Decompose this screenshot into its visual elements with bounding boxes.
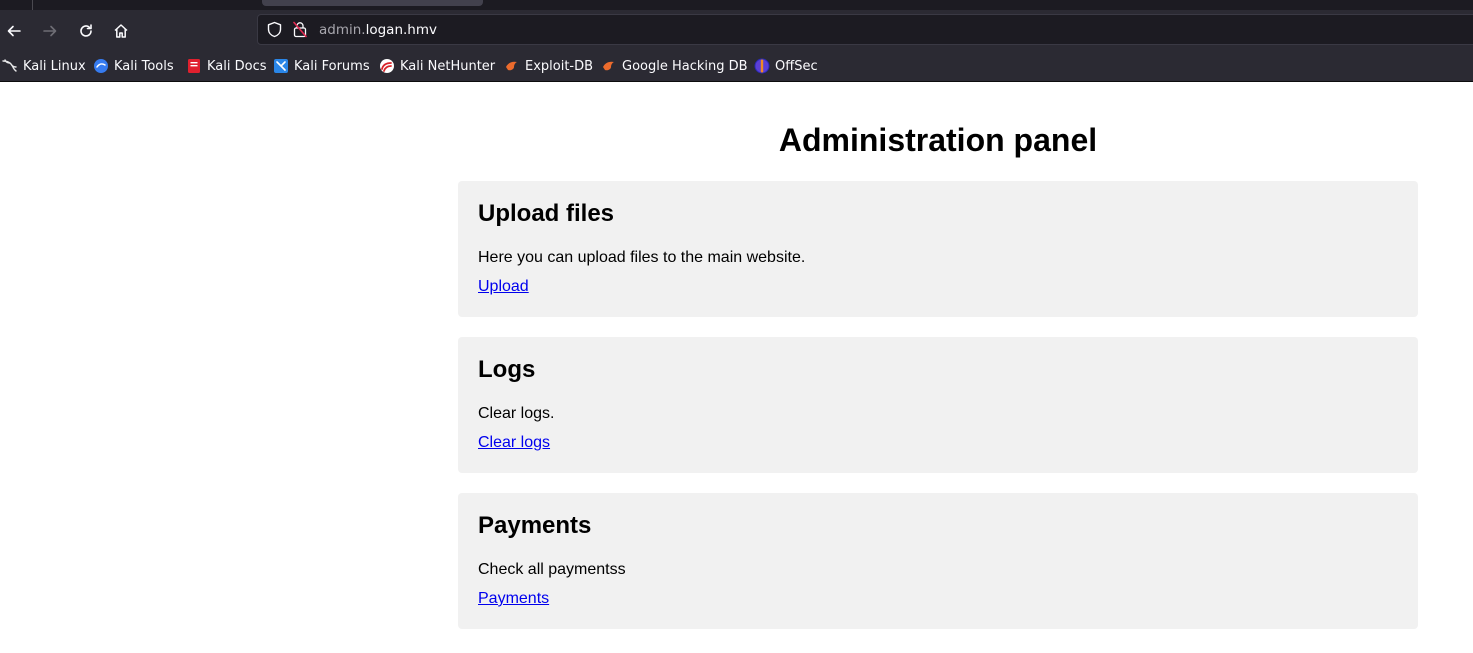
bookmark-label: Kali Tools bbox=[114, 58, 174, 74]
bookmark-label: Google Hacking DB bbox=[622, 58, 748, 74]
bookmark-google-hacking-db[interactable]: Google Hacking DB bbox=[601, 57, 748, 75]
section-heading: Logs bbox=[478, 356, 536, 383]
bookmark-label: Kali Forums bbox=[294, 58, 370, 74]
bookmark-kali-nethunter[interactable]: Kali NetHunter bbox=[379, 57, 495, 75]
browser-chrome: admin.logan.hmv Kali Linux Kali Tools Ka… bbox=[0, 0, 1473, 82]
url-domain: logan.hmv bbox=[365, 22, 437, 38]
url-text[interactable]: admin.logan.hmv bbox=[319, 22, 437, 38]
section-heading: Payments bbox=[478, 512, 592, 539]
bookmark-kali-docs[interactable]: Kali Docs bbox=[186, 57, 267, 75]
back-button[interactable] bbox=[2, 19, 26, 43]
bookmark-label: Exploit-DB bbox=[525, 58, 594, 74]
bookmark-kali-tools[interactable]: Kali Tools bbox=[93, 57, 174, 75]
home-icon bbox=[114, 24, 128, 38]
address-bar[interactable]: admin.logan.hmv bbox=[257, 14, 1473, 45]
exploit-db-icon bbox=[506, 61, 517, 71]
forward-arrow-icon bbox=[43, 25, 57, 37]
section-logs: Logs Clear logs. Clear logs bbox=[458, 337, 1418, 473]
bookmark-label: Kali Docs bbox=[207, 58, 267, 74]
active-tab[interactable] bbox=[262, 0, 483, 6]
payments-link[interactable]: Payments bbox=[478, 590, 549, 608]
back-arrow-icon bbox=[7, 25, 21, 37]
section-upload-files: Upload files Here you can upload files t… bbox=[458, 181, 1418, 317]
reload-icon bbox=[80, 24, 92, 37]
section-description: Here you can upload files to the main we… bbox=[478, 249, 806, 266]
bookmark-label: OffSec bbox=[775, 58, 818, 74]
forward-button[interactable] bbox=[38, 19, 62, 43]
offsec-icon bbox=[754, 58, 770, 74]
bookmark-label: Kali Linux bbox=[23, 58, 86, 74]
bookmark-kali-linux[interactable]: Kali Linux bbox=[2, 57, 86, 75]
kali-docs-icon bbox=[188, 59, 200, 73]
page-content: Administration panel Upload files Here y… bbox=[0, 82, 1473, 653]
section-description: Clear logs. bbox=[478, 405, 555, 422]
reload-button[interactable] bbox=[74, 19, 98, 43]
shield-icon[interactable] bbox=[266, 21, 283, 38]
bookmark-kali-forums[interactable]: Kali Forums bbox=[273, 57, 370, 75]
nethunter-icon bbox=[380, 59, 394, 73]
kali-forums-icon bbox=[274, 59, 288, 73]
ghdb-icon bbox=[603, 61, 614, 71]
section-payments: Payments Check all paymentss Payments bbox=[458, 493, 1418, 629]
bookmark-offsec[interactable]: OffSec bbox=[754, 57, 818, 75]
bookmark-exploit-db[interactable]: Exploit-DB bbox=[504, 57, 593, 75]
section-description: Check all paymentss bbox=[478, 561, 626, 578]
insecure-lock-icon[interactable] bbox=[293, 21, 307, 38]
clear-logs-link[interactable]: Clear logs bbox=[478, 434, 550, 452]
url-subdomain: admin. bbox=[319, 22, 366, 38]
tab-strip bbox=[0, 0, 1473, 10]
upload-link[interactable]: Upload bbox=[478, 278, 529, 296]
kali-tools-icon bbox=[94, 59, 108, 73]
bookmarks-toolbar: Kali Linux Kali Tools Kali Docs Kali For… bbox=[0, 52, 1473, 80]
kali-dragon-icon bbox=[2, 59, 17, 72]
tab-separator bbox=[32, 0, 33, 10]
page-title: Administration panel bbox=[778, 122, 1098, 158]
bookmark-label: Kali NetHunter bbox=[400, 58, 496, 74]
home-button[interactable] bbox=[109, 19, 133, 43]
section-heading: Upload files bbox=[478, 200, 615, 227]
